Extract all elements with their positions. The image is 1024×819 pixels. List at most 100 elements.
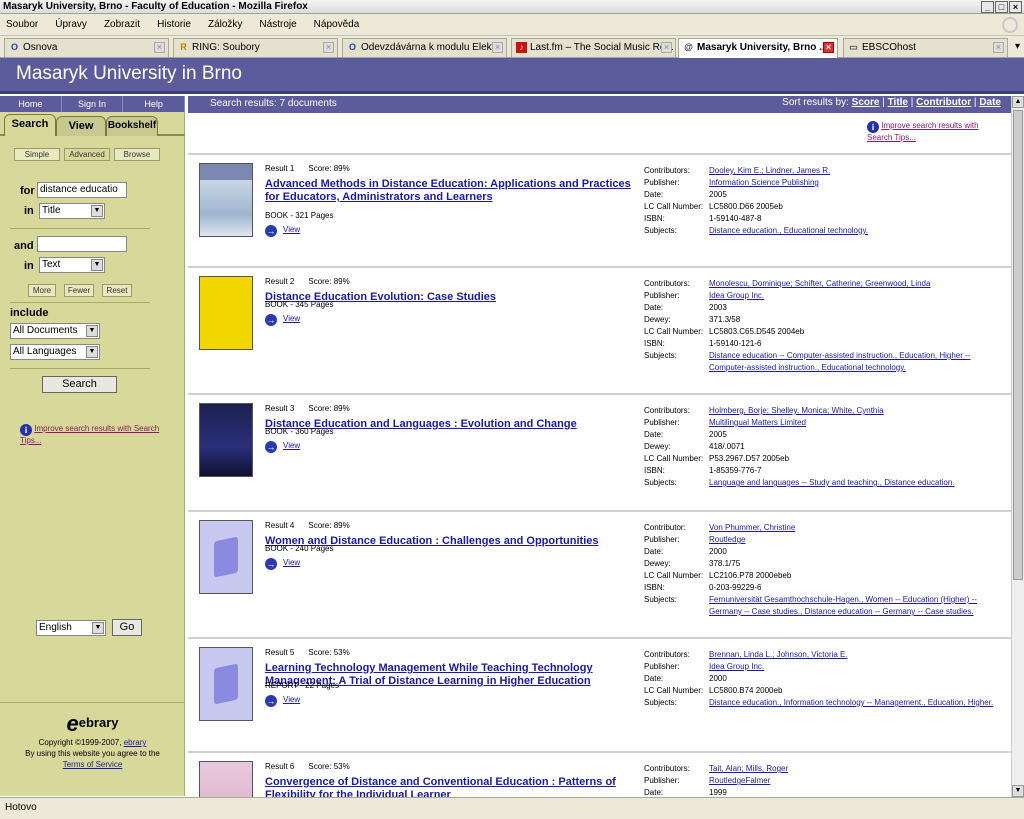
ebrary-logo-icon: e <box>66 711 79 736</box>
menu-nastroje[interactable]: Nástroje <box>259 19 296 30</box>
detail-value-link[interactable]: Dooley, Kim E.; Lindner, James R. <box>709 165 1009 177</box>
book-cover-thumbnail[interactable] <box>199 276 253 350</box>
maximize-button[interactable]: □ <box>995 1 1008 13</box>
result-score: Score: 89% <box>308 521 350 530</box>
sort-contributor[interactable]: Contributor <box>916 97 971 108</box>
browse-mode-button[interactable]: Browse <box>114 148 160 161</box>
arrow-right-icon: → <box>265 441 277 453</box>
nav-sign-in[interactable]: Sign In <box>62 96 124 112</box>
query1-input[interactable]: distance educatio <box>37 182 127 198</box>
close-tab-icon[interactable]: × <box>823 42 834 53</box>
detail-value-link[interactable]: Routledge <box>709 534 1009 546</box>
tab-search[interactable]: Search <box>4 114 56 136</box>
close-tab-icon[interactable]: × <box>661 42 672 53</box>
detail-value-link[interactable]: Monolescu, Dominique; Schifter, Catherin… <box>709 278 1009 290</box>
view-link[interactable]: → View <box>265 558 300 570</box>
minimize-button[interactable]: _ <box>981 1 994 13</box>
close-window-button[interactable]: × <box>1009 1 1022 13</box>
detail-value-link[interactable]: Information Science Publishing <box>709 177 1009 189</box>
detail-value-link[interactable]: Brennan, Linda L.; Johnson, Victoria E. <box>709 649 1009 661</box>
book-cover-thumbnail[interactable] <box>199 647 253 721</box>
fewer-button[interactable]: Fewer <box>64 284 94 297</box>
detail-value-link[interactable]: RoutledgeFalmer <box>709 775 1009 787</box>
tab-list-chevron-icon[interactable]: ▾ <box>1015 41 1020 52</box>
terms-of-service-link[interactable]: Terms of Service <box>63 760 123 769</box>
menu-zalozky[interactable]: Záložky <box>208 19 242 30</box>
interface-language-select[interactable]: English ▼ <box>36 620 106 636</box>
detail-value-link[interactable]: Distance education., Educational technol… <box>709 225 1009 237</box>
detail-row: Subjects: Distance education -- Computer-… <box>644 350 1009 374</box>
browser-tab[interactable]: ▭ EBSCOhost × <box>843 38 1008 57</box>
scroll-down-arrow-icon[interactable]: ▼ <box>1012 785 1024 797</box>
book-cover-thumbnail[interactable] <box>199 761 253 797</box>
simple-mode-button[interactable]: Simple <box>14 148 60 161</box>
more-button[interactable]: More <box>28 284 56 297</box>
menu-zobrazit[interactable]: Zobrazit <box>104 19 140 30</box>
info-icon: i <box>867 121 879 133</box>
reset-button[interactable]: Reset <box>102 284 132 297</box>
scroll-up-arrow-icon[interactable]: ▲ <box>1012 96 1024 108</box>
ebrary-link[interactable]: ebrary <box>124 738 147 747</box>
detail-value-link[interactable]: Idea Group Inc. <box>709 661 1009 673</box>
book-cover-thumbnail[interactable] <box>199 520 253 594</box>
detail-value-link[interactable]: Idea Group Inc. <box>709 290 1009 302</box>
browser-tab[interactable]: O Odevzdávárna k modulu Elekt... × <box>342 38 507 57</box>
browser-tab[interactable]: R RING: Soubory × <box>173 38 338 57</box>
detail-row: ISBN: 1-85359-776-7 <box>644 465 1009 477</box>
result-title-link[interactable]: Advanced Methods in Distance Education: … <box>265 178 635 204</box>
nav-help[interactable]: Help <box>123 96 186 112</box>
document-filter-select[interactable]: All Documents ▼ <box>10 323 100 339</box>
detail-value-link[interactable]: Von Phummer, Christine <box>709 522 1009 534</box>
tab-view[interactable]: View <box>56 116 106 136</box>
field1-select[interactable]: Title ▼ <box>39 203 105 219</box>
search-button[interactable]: Search <box>42 376 117 393</box>
interface-language-value: English <box>39 622 72 633</box>
view-link[interactable]: → View <box>265 225 300 237</box>
search-tips-link[interactable]: Improve search results with Search Tips.… <box>867 121 979 142</box>
book-cover-thumbnail[interactable] <box>199 403 253 477</box>
divider <box>10 302 150 303</box>
search-tips-link[interactable]: Improve search results with Search Tips.… <box>20 424 159 445</box>
query2-input[interactable] <box>37 236 127 252</box>
close-tab-icon[interactable]: × <box>993 42 1004 53</box>
field2-select[interactable]: Text ▼ <box>39 257 105 273</box>
view-link[interactable]: → View <box>265 314 300 326</box>
tab-bookshelf[interactable]: Bookshelf <box>106 116 158 136</box>
close-tab-icon[interactable]: × <box>323 42 334 53</box>
nav-home[interactable]: Home <box>0 96 62 112</box>
close-tab-icon[interactable]: × <box>492 42 503 53</box>
menu-historie[interactable]: Historie <box>157 19 191 30</box>
menu-napoveda[interactable]: Nápověda <box>314 19 360 30</box>
detail-value-link[interactable]: Multilingual Matters Limited <box>709 417 1009 429</box>
detail-key: Subjects: <box>644 478 677 487</box>
advanced-mode-button[interactable]: Advanced <box>64 148 110 161</box>
detail-value-link[interactable]: Fernuniversität Gesamthochschule-Hagen.,… <box>709 594 1009 618</box>
go-button[interactable]: Go <box>112 619 142 636</box>
result-number: Result 6 <box>265 762 295 771</box>
detail-row: LC Call Number: LC5800.D66 2005eb <box>644 201 1009 213</box>
close-tab-icon[interactable]: × <box>154 42 165 53</box>
detail-value-link[interactable]: Holmberg, Borje; Shelley, Monica; White,… <box>709 405 1009 417</box>
detail-value-link[interactable]: Tait, Alan; Mills, Roger <box>709 763 1009 775</box>
menu-soubor[interactable]: Soubor <box>6 19 38 30</box>
menu-upravy[interactable]: Úpravy <box>55 19 87 30</box>
detail-key: Publisher: <box>644 535 680 544</box>
book-cover-thumbnail[interactable] <box>199 163 253 237</box>
browser-tab-active[interactable]: @ Masaryk University, Brno ... × <box>678 38 838 58</box>
detail-value-link[interactable]: Distance education -- Computer-assisted … <box>709 350 1009 374</box>
result-title-link[interactable]: Convergence of Distance and Conventional… <box>265 776 635 797</box>
result-score: Score: 89% <box>308 164 350 173</box>
view-link[interactable]: → View <box>265 695 300 707</box>
vertical-scrollbar[interactable]: ▲ ▼ <box>1011 96 1024 797</box>
browser-tab[interactable]: ♪ Last.fm – The Social Music Re... × <box>511 38 676 57</box>
view-link[interactable]: → View <box>265 441 300 453</box>
scrollbar-thumb[interactable] <box>1013 110 1023 580</box>
sort-date[interactable]: Date <box>979 97 1001 108</box>
detail-row: Date: 2000 <box>644 546 1009 558</box>
language-filter-select[interactable]: All Languages ▼ <box>10 344 100 360</box>
detail-value-link[interactable]: Language and languages -- Study and teac… <box>709 477 1009 489</box>
sort-score[interactable]: Score <box>852 97 880 108</box>
browser-tab[interactable]: O Osnova × <box>4 38 169 57</box>
sort-title[interactable]: Title <box>888 97 908 108</box>
detail-value-link[interactable]: Distance education., Information technol… <box>709 697 1009 709</box>
